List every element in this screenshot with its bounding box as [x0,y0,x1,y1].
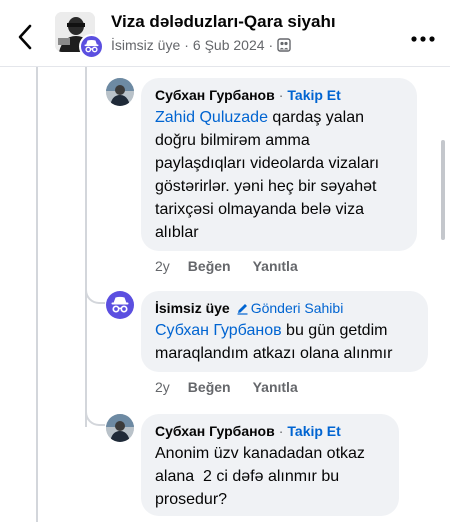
comment-time[interactable]: 2y [155,379,170,395]
incognito-icon [84,40,99,53]
mention-link[interactable]: Субхан Гурбанов [155,322,282,339]
comment-text: Anonim üzv kanadadan otkaz alana 2 ci də… [155,445,370,508]
comment-text: Zahid Quluzade qardaş yalan doğru bilmir… [155,109,380,241]
post-date[interactable]: 6 Şub 2024 [193,37,265,53]
comment-text: Субхан Гурбанов bu gün getdim maraqlandı… [155,322,393,362]
comment-author[interactable]: Субхан Гурбанов [155,423,275,439]
page-title[interactable]: Viza dələduzları-Qara siyahı [111,12,336,32]
post-author[interactable]: İsimsiz üye [111,37,180,53]
comment-actions: 2y Beğen Yanıtla [155,379,298,395]
thread-connector [85,404,105,426]
thread-line [36,67,38,522]
mention-link[interactable]: Zahid Quluzade [155,109,268,126]
more-icon [411,36,435,42]
comment-bubble: Субхан Гурбанов · Takip Et Anonim üzv ka… [141,414,399,516]
reply-button[interactable]: Yanıtla [253,379,298,395]
avatar[interactable] [106,291,134,319]
comment-author[interactable]: Субхан Гурбанов [155,87,275,103]
thread-connector [85,282,105,304]
like-button[interactable]: Beğen [188,258,231,274]
anonymous-badge [79,34,104,59]
author-badge: Gönderi Sahibi [236,300,343,316]
chevron-left-icon [18,24,32,50]
comment-header: İsimsiz üye Gönderi Sahibi [155,300,414,316]
group-privacy-icon [277,38,291,52]
back-button[interactable] [14,22,38,52]
follow-button[interactable]: Takip Et [287,423,340,439]
meta-separator: · [184,37,189,53]
reply-button[interactable]: Yanıtla [253,258,298,274]
avatar[interactable] [106,78,134,106]
pencil-icon [237,303,248,315]
more-options-button[interactable] [411,30,435,42]
comment-actions: 2y Beğen Yanıtla [155,258,298,274]
name-separator: · [278,423,284,439]
thread-line [85,67,87,427]
post-meta: İsimsiz üye · 6 Şub 2024 · [111,37,291,53]
comment-bubble: Субхан Гурбанов · Takip Et Zahid Quluzad… [141,78,417,251]
avatar[interactable] [106,414,134,442]
comment-bubble: İsimsiz üye Gönderi Sahibi Субхан Гурбан… [141,291,428,372]
follow-button[interactable]: Takip Et [287,87,340,103]
like-button[interactable]: Beğen [188,379,231,395]
comment-author[interactable]: İsimsiz üye [155,300,230,316]
header-divider [0,66,450,67]
comment-time[interactable]: 2y [155,258,170,274]
group-avatar[interactable] [55,12,104,59]
header-bar: Viza dələduzları-Qara siyahı İsimsiz üye… [0,0,450,66]
comment-header: Субхан Гурбанов · Takip Et [155,87,403,103]
scrollbar[interactable] [441,140,445,240]
meta-separator: · [268,37,274,53]
incognito-icon [111,296,129,313]
name-separator: · [278,87,284,103]
comment-header: Субхан Гурбанов · Takip Et [155,423,385,439]
